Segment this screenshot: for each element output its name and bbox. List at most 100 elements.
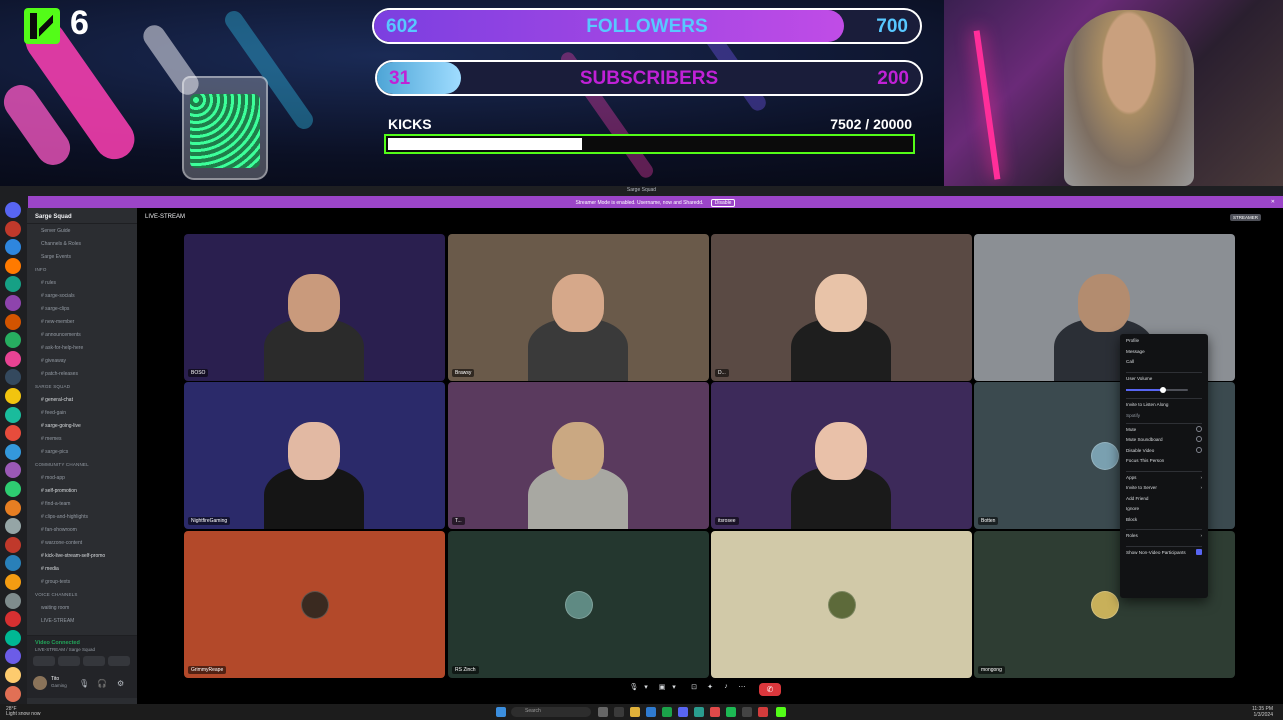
server-icon[interactable] — [5, 667, 21, 683]
channel-item[interactable]: # clips-and-highlights — [41, 514, 88, 523]
taskbar-app-icon[interactable] — [646, 707, 656, 717]
menu-item[interactable]: Apps › — [1126, 475, 1202, 484]
channel-item[interactable]: # fan-showroom — [41, 527, 77, 536]
taskbar-clock[interactable]: 11:35 PM 1/3/2024 — [1252, 706, 1273, 718]
channel-item[interactable]: # announcements — [41, 332, 81, 341]
server-icon[interactable] — [5, 239, 21, 256]
server-icon[interactable] — [5, 406, 21, 423]
channel-item[interactable]: # group-texts — [41, 579, 70, 588]
menu-item[interactable]: Show Non-Video Participants — [1126, 548, 1202, 559]
server-icon[interactable] — [5, 685, 21, 702]
server-icon[interactable] — [5, 555, 21, 572]
participant-tile[interactable]: Brawsy — [448, 234, 709, 381]
taskbar-app-icon[interactable] — [726, 707, 736, 717]
participant-tile[interactable]: NightfireGaming — [184, 382, 445, 529]
checkbox-icon[interactable] — [1196, 548, 1202, 555]
taskbar-search[interactable]: Search — [511, 707, 591, 717]
menu-item[interactable]: Focus This Person — [1126, 458, 1202, 467]
menu-item[interactable]: Roles › — [1126, 533, 1202, 542]
more-icon[interactable]: ⋯ — [735, 683, 749, 695]
menu-item[interactable]: Mute — [1126, 425, 1202, 436]
weather-widget[interactable]: 28°F Light snow now — [6, 707, 40, 717]
server-icon[interactable] — [5, 462, 21, 479]
server-icon[interactable] — [5, 202, 21, 218]
server-icon[interactable] — [5, 481, 21, 497]
channel-item[interactable]: # rules — [41, 280, 56, 289]
channel-item[interactable]: # feed-gain — [41, 410, 66, 419]
server-icon[interactable] — [5, 257, 21, 274]
participant-tile[interactable]: T... — [448, 382, 709, 529]
avatar[interactable] — [33, 676, 47, 690]
menu-item[interactable]: Mute Soundboard — [1126, 436, 1202, 446]
channel-item[interactable]: # warzone-content — [41, 540, 82, 549]
disconnect-button[interactable]: ✆ — [759, 683, 781, 696]
screen-share-icon[interactable]: ⊡ — [687, 683, 701, 695]
channel-item[interactable]: # sarge-socials — [41, 293, 75, 302]
menu-item[interactable]: User Volume — [1126, 376, 1202, 385]
server-icon[interactable] — [5, 574, 21, 590]
screen-share-button[interactable] — [58, 656, 80, 666]
activity-icon[interactable]: ✦ — [703, 683, 717, 695]
channel-item[interactable]: LIVE-STREAM — [41, 618, 74, 627]
channel-item[interactable]: # sarge-going-live — [41, 423, 81, 432]
channel-item[interactable]: # sarge-clips — [41, 306, 69, 315]
soundboard-icon[interactable]: ♪ — [719, 683, 733, 695]
user-volume-slider[interactable] — [1126, 387, 1188, 393]
channel-item[interactable]: # patch-releases — [41, 371, 78, 380]
participant-tile[interactable]: GrimmyReape — [184, 531, 445, 678]
server-icon[interactable] — [5, 276, 21, 293]
server-icon[interactable] — [5, 220, 21, 237]
checkbox-icon[interactable] — [1196, 425, 1202, 432]
server-icon[interactable] — [5, 592, 21, 609]
participant-tile[interactable]: D... — [711, 234, 972, 381]
close-icon[interactable]: ✕ — [1271, 199, 1275, 205]
taskbar-app-icon[interactable] — [742, 707, 752, 717]
channel-item[interactable]: # kick-live-stream-self-promo — [41, 553, 105, 562]
disable-streamer-mode-button[interactable]: Disable — [710, 199, 736, 207]
taskbar-app-icon[interactable] — [630, 707, 640, 717]
channel-category[interactable]: info — [35, 267, 47, 276]
server-icon[interactable] — [5, 295, 21, 311]
server-icon[interactable] — [5, 499, 21, 516]
gear-icon[interactable]: ⚙ — [117, 679, 124, 688]
channel-category[interactable]: Voice Channels — [35, 592, 78, 601]
server-icon[interactable] — [5, 648, 21, 665]
taskbar-app-icon[interactable] — [710, 707, 720, 717]
chevron-down-icon[interactable]: ▾ — [667, 683, 681, 695]
channel-item[interactable]: # ask-for-help-here — [41, 345, 83, 354]
taskbar-app-icon[interactable] — [598, 707, 608, 717]
channel-item[interactable]: # media — [41, 566, 59, 575]
channel-item[interactable]: # self-promotion — [41, 488, 77, 497]
soundboard-button[interactable] — [108, 656, 130, 666]
chevron-down-icon[interactable]: ▾ — [639, 683, 653, 695]
channel-category[interactable]: community channel — [35, 462, 89, 471]
server-icon[interactable] — [5, 313, 21, 330]
server-icon[interactable] — [5, 536, 21, 553]
menu-item[interactable]: Invite to Server › — [1126, 485, 1202, 494]
participant-tile[interactable]: BOSO — [184, 234, 445, 381]
menu-item[interactable]: Message — [1126, 349, 1202, 358]
participant-tile[interactable]: RS Zinch — [448, 531, 709, 678]
taskbar-app-icon[interactable] — [758, 707, 768, 717]
server-icon[interactable] — [5, 443, 21, 460]
checkbox-icon[interactable] — [1196, 446, 1202, 453]
channel-item[interactable]: # find-a-team — [41, 501, 70, 510]
server-icon[interactable] — [5, 611, 21, 628]
server-icon[interactable] — [5, 350, 21, 367]
menu-item[interactable]: Add Friend — [1126, 496, 1202, 505]
menu-item[interactable]: Disable Video — [1126, 446, 1202, 457]
server-name[interactable]: Sarge Squad — [27, 208, 137, 224]
activity-button[interactable] — [83, 656, 105, 666]
volume-handle[interactable] — [1160, 387, 1167, 393]
checkbox-icon[interactable] — [1196, 436, 1202, 442]
participant-tile[interactable]: itsrosee — [711, 382, 972, 529]
channel-item[interactable]: # sarge-pics — [41, 449, 68, 458]
server-icon[interactable] — [5, 425, 21, 442]
channel-item[interactable]: Channels & Roles — [41, 241, 81, 250]
channel-item[interactable]: # new-member — [41, 319, 74, 328]
menu-item[interactable]: Profile — [1126, 338, 1202, 347]
menu-item[interactable]: Call — [1126, 359, 1202, 368]
taskbar-app-icon[interactable] — [694, 707, 704, 717]
server-icon[interactable] — [5, 388, 21, 404]
channel-item[interactable]: waiting room — [41, 605, 69, 614]
